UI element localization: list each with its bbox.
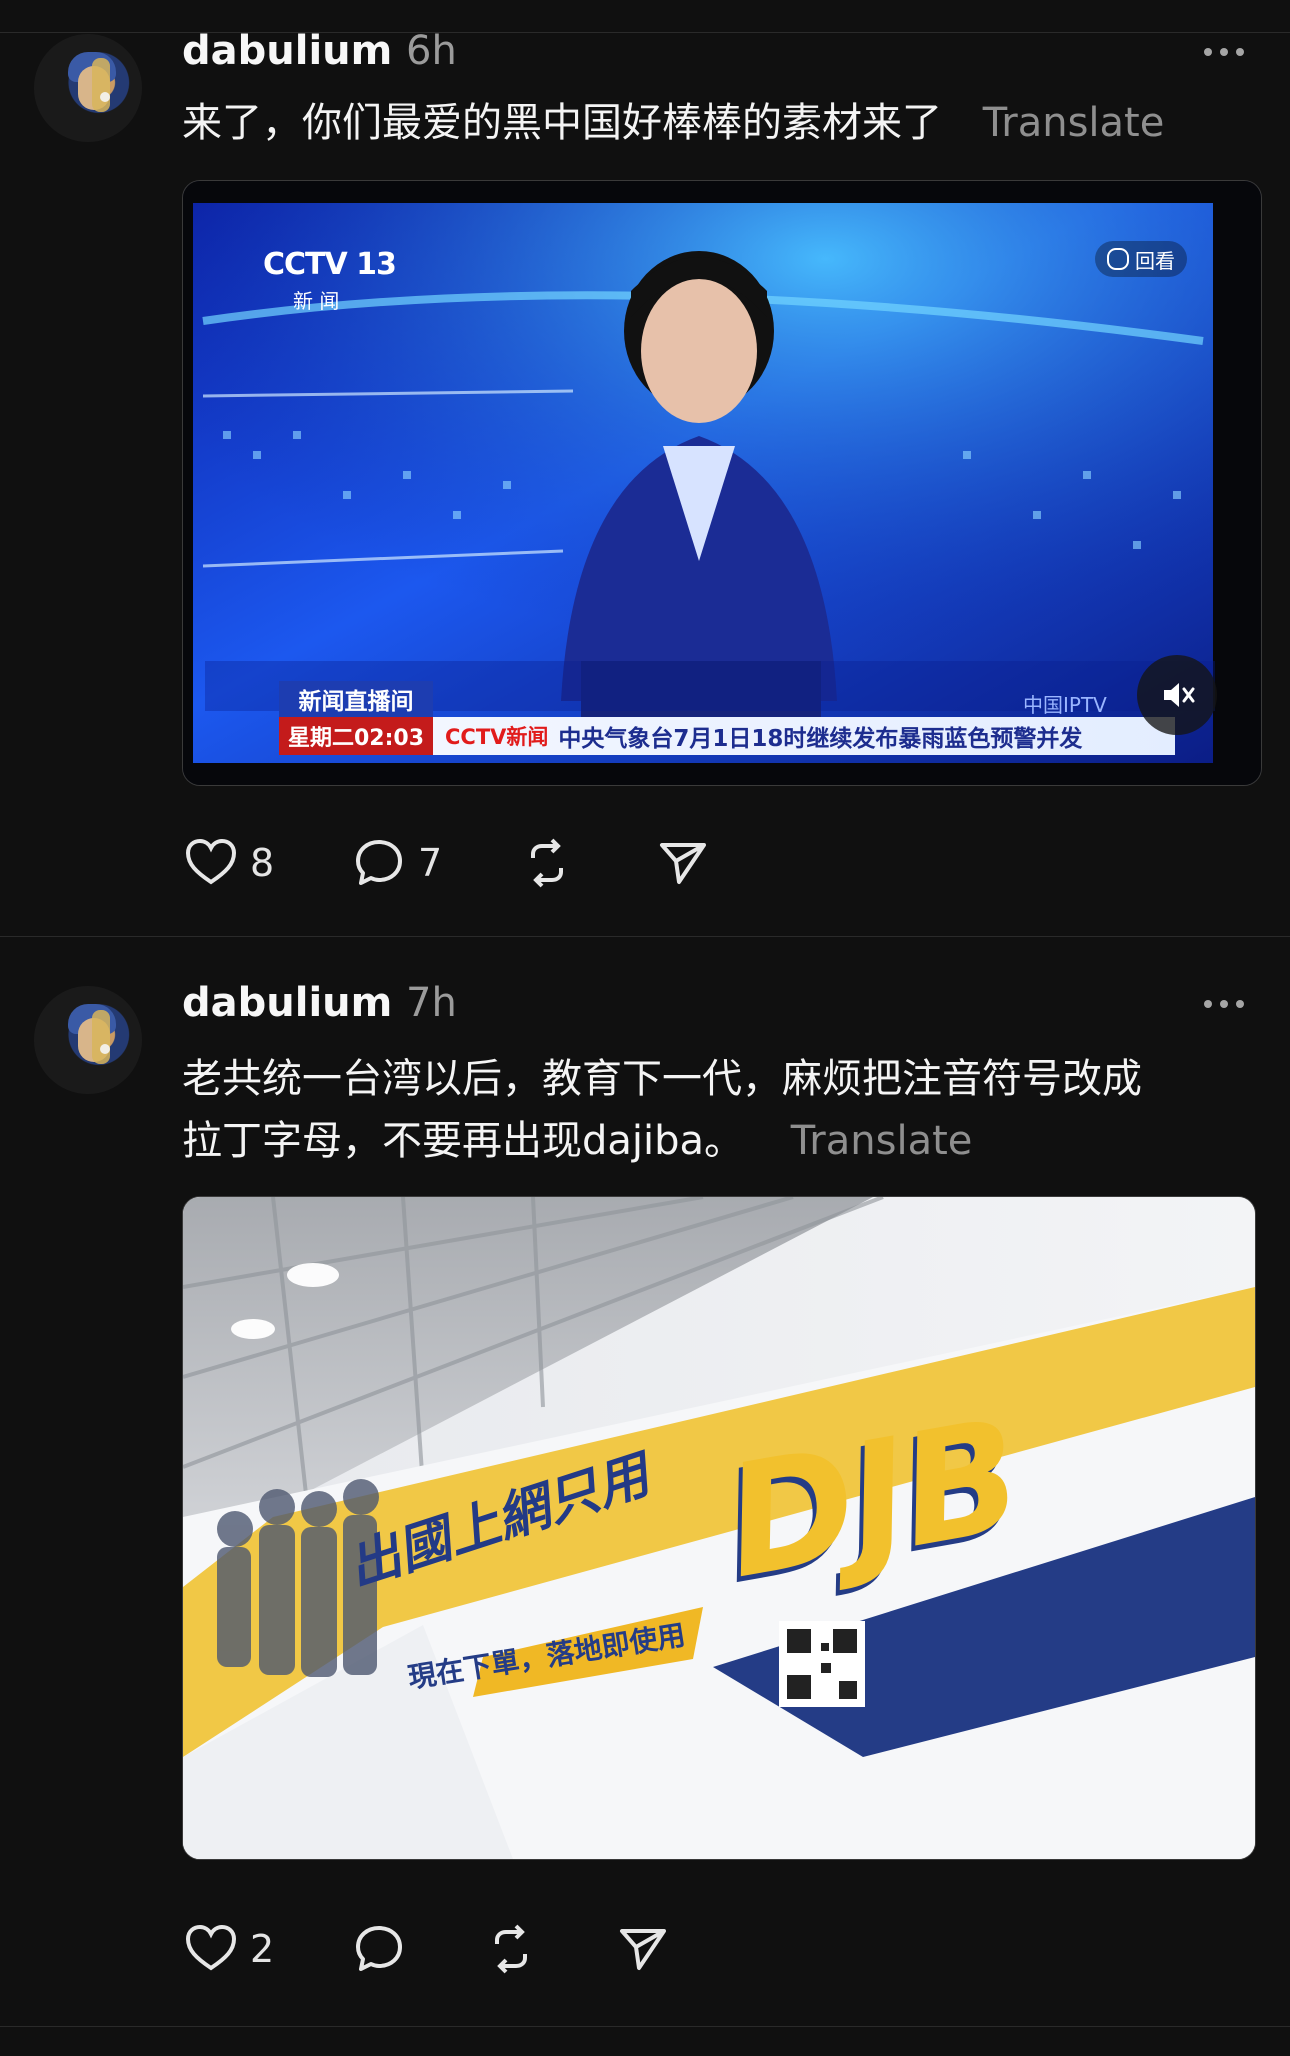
mute-icon[interactable] (1137, 655, 1217, 735)
repost-icon (531, 838, 563, 888)
post-text-line-2-wrap: 拉丁字母，不要再出现dajiba。 Translate (182, 1110, 1242, 1172)
post-image[interactable]: 出國上網只用 DJB 現在下單，落地即使用 (182, 1196, 1256, 1860)
post-2: dabulium 7h 老共统一台湾以后，教育下一代，麻烦把注音符号改成 拉丁字… (0, 936, 1290, 2056)
share-button[interactable] (614, 1920, 672, 1978)
repost-button[interactable] (482, 1920, 540, 1978)
avatar[interactable] (34, 986, 142, 1094)
avatar[interactable] (34, 34, 142, 142)
post-text-line-2: 拉丁字母，不要再出现dajiba。 (182, 1118, 745, 1164)
post-text: 来了，你们最爱的黑中国好棒棒的素材来了 Translate (182, 92, 1242, 154)
program-label: 新闻直播间 (279, 681, 433, 717)
bottom-separator (0, 2026, 1290, 2027)
heart-icon (185, 838, 237, 885)
comment-button[interactable] (350, 1920, 418, 1978)
share-icon (620, 1929, 666, 1970)
post-time: 7h (406, 980, 457, 1026)
cctv-logo: CCTV 13 (263, 247, 397, 282)
post-1: dabulium 6h 来了，你们最爱的黑中国好棒棒的素材来了 Translat… (0, 0, 1290, 936)
ticker-logo: CCTV新闻 (445, 725, 549, 749)
replay-button[interactable]: 回看 (1095, 241, 1187, 277)
broadcast-clock: 星期二02:03 (279, 717, 433, 755)
translate-link[interactable]: Translate (791, 1118, 973, 1164)
repost-button[interactable] (518, 834, 576, 892)
share-icon (660, 843, 706, 884)
username[interactable]: dabulium (182, 980, 392, 1026)
replay-icon (1107, 248, 1129, 270)
heart-icon (185, 1924, 237, 1971)
like-count: 8 (250, 841, 275, 885)
comment-icon (356, 840, 402, 885)
video-player[interactable]: CCTV 13 新 闻 回看 新闻直播间 星期二02:03 CCTV新闻 中央气… (182, 180, 1262, 786)
translate-link[interactable]: Translate (983, 100, 1165, 146)
repost-icon (495, 1924, 527, 1974)
ticker-text: 中央气象台7月1日18时继续发布暴雨蓝色预警并发 (558, 726, 1083, 752)
iptv-label: 中国IPTV (1023, 693, 1107, 717)
post-text-line-1: 老共统一台湾以后，教育下一代，麻烦把注音符号改成 (182, 1056, 1142, 1102)
like-button[interactable]: 8 (182, 834, 274, 892)
speaker-muted-icon (1164, 683, 1195, 707)
share-button[interactable] (654, 834, 712, 892)
comment-count: 7 (418, 841, 443, 885)
news-ticker: CCTV新闻 中央气象台7月1日18时继续发布暴雨蓝色预警并发 (433, 717, 1175, 755)
post-time: 6h (406, 28, 457, 74)
comment-icon (356, 1926, 402, 1971)
comment-button[interactable]: 7 (350, 834, 442, 892)
like-button[interactable]: 2 (182, 1920, 274, 1978)
username[interactable]: dabulium (182, 28, 392, 74)
more-icon[interactable] (1204, 994, 1248, 1014)
post-text: 老共统一台湾以后，教育下一代，麻烦把注音符号改成 拉丁字母，不要再出现dajib… (182, 1048, 1242, 1172)
like-count: 2 (250, 1927, 275, 1971)
more-icon[interactable] (1204, 42, 1248, 62)
cctv-subtitle: 新 闻 (293, 289, 340, 313)
post-text-body: 来了，你们最爱的黑中国好棒棒的素材来了 (182, 100, 942, 146)
